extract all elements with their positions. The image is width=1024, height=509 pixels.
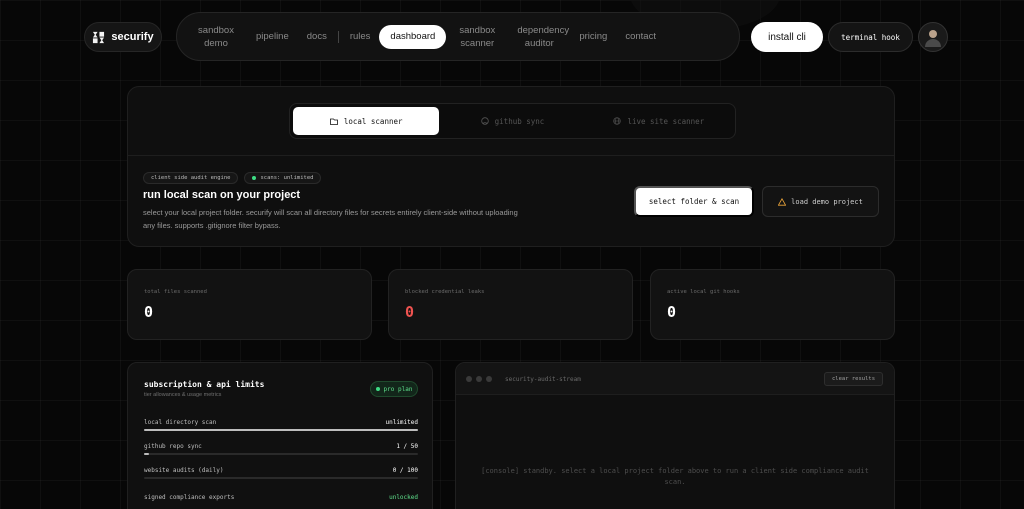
usage-value: unlocked — [389, 494, 418, 501]
usage-label: website audits (daily) — [144, 467, 224, 474]
scan-title: run local scan on your project — [143, 189, 301, 201]
nav-item-docs[interactable]: docs — [298, 30, 336, 43]
window-dots — [466, 376, 492, 382]
stat-value: 0 — [405, 303, 415, 321]
usage-bar — [144, 453, 418, 455]
usage-bar — [144, 429, 418, 431]
usage-label: signed compliance exports — [144, 494, 235, 501]
nav-item-pricing[interactable]: pricing — [570, 30, 616, 43]
usage-label: local directory scan — [144, 419, 217, 426]
terminal-message: [console] standby. select a local projec… — [481, 467, 869, 486]
usage-bar — [144, 477, 418, 479]
scanner-tabs: local scanner github sync live site scanne… — [289, 103, 736, 139]
usage-row: local directory scan unlimited — [144, 419, 418, 431]
subscription-subtitle: tier allowances & usage metrics — [144, 392, 222, 398]
select-folder-button[interactable]: select folder & scan — [634, 186, 754, 217]
nav-item-pipeline[interactable]: pipeline — [247, 30, 298, 43]
nav-item-sandbox-demo[interactable]: sandbox demo — [185, 24, 247, 50]
stat-label: active local git hooks — [667, 289, 740, 295]
subscription-panel: subscription & api limits tier allowance… — [127, 362, 433, 509]
nav-item-dashboard[interactable]: dashboard — [379, 24, 447, 49]
load-demo-button[interactable]: load demo project — [762, 186, 879, 217]
stat-card: total files scanned 0 — [127, 269, 372, 340]
nav-item-dependency-auditor[interactable]: dependency auditor — [508, 24, 570, 50]
nav-item-sandbox-scanner[interactable]: sandbox scanner — [446, 24, 508, 50]
nav-item-contact[interactable]: contact — [616, 30, 665, 43]
usage-value: 1 / 50 — [396, 443, 418, 450]
tab-local-scanner[interactable]: local scanner — [293, 107, 440, 135]
stat-card: blocked credential leaks 0 — [388, 269, 633, 340]
stat-value: 0 — [667, 303, 677, 321]
engine-chip: client side audit engine — [143, 172, 239, 184]
app-name: securify — [111, 31, 154, 43]
status-dot — [252, 176, 257, 180]
main-nav: sandbox demo pipeline docs rules dashboard sa… — [176, 12, 740, 61]
avatar-icon — [925, 30, 941, 47]
user-avatar[interactable] — [918, 22, 948, 52]
subscription-title: subscription & api limits — [144, 380, 265, 389]
panel-divider — [128, 155, 894, 156]
scanner-panel: local scanner github sync live site scanne… — [127, 86, 895, 247]
usage-row: github repo sync 1 / 50 — [144, 443, 418, 455]
usage-row: website audits (daily) 0 / 100 — [144, 467, 418, 479]
terminal-hook-button[interactable]: terminal hook — [828, 22, 913, 52]
plan-badge: pro plan — [370, 381, 418, 397]
usage-label: github repo sync — [144, 443, 202, 450]
terminal-title: security-audit-stream — [505, 376, 581, 383]
terminal-header: security-audit-stream clear results — [456, 363, 894, 395]
warning-icon — [778, 197, 787, 206]
plan-dot — [375, 387, 380, 391]
usage-bar-fill — [144, 429, 418, 431]
app-logo[interactable]: securify — [84, 22, 162, 52]
usage-bar-fill — [144, 453, 150, 455]
install-cli-button[interactable]: install cli — [751, 22, 823, 52]
scan-description: select your local project folder. securi… — [143, 208, 518, 230]
usage-value: 0 / 100 — [392, 467, 418, 474]
logo-icon — [93, 31, 105, 43]
folder-icon — [329, 118, 338, 125]
globe-icon — [613, 117, 622, 125]
tab-github-sync[interactable]: github sync — [439, 107, 585, 135]
github-icon — [480, 117, 489, 125]
tab-live-site-scanner[interactable]: live site scanner — [586, 107, 732, 135]
chip-row: client side audit engine scans: unlimite… — [143, 172, 322, 184]
nav-separator — [337, 30, 339, 43]
nav-item-rules[interactable]: rules — [341, 30, 380, 43]
stat-label: blocked credential leaks — [405, 289, 485, 295]
usage-value: unlimited — [385, 419, 418, 426]
stat-card: active local git hooks 0 — [650, 269, 895, 340]
usage-row: signed compliance exports unlocked — [144, 494, 418, 501]
clear-results-button[interactable]: clear results — [824, 372, 883, 386]
audit-terminal: security-audit-stream clear results [con… — [455, 362, 895, 509]
stat-label: total files scanned — [144, 289, 207, 295]
scans-chip: scans: unlimited — [244, 172, 322, 184]
stat-value: 0 — [144, 303, 154, 321]
